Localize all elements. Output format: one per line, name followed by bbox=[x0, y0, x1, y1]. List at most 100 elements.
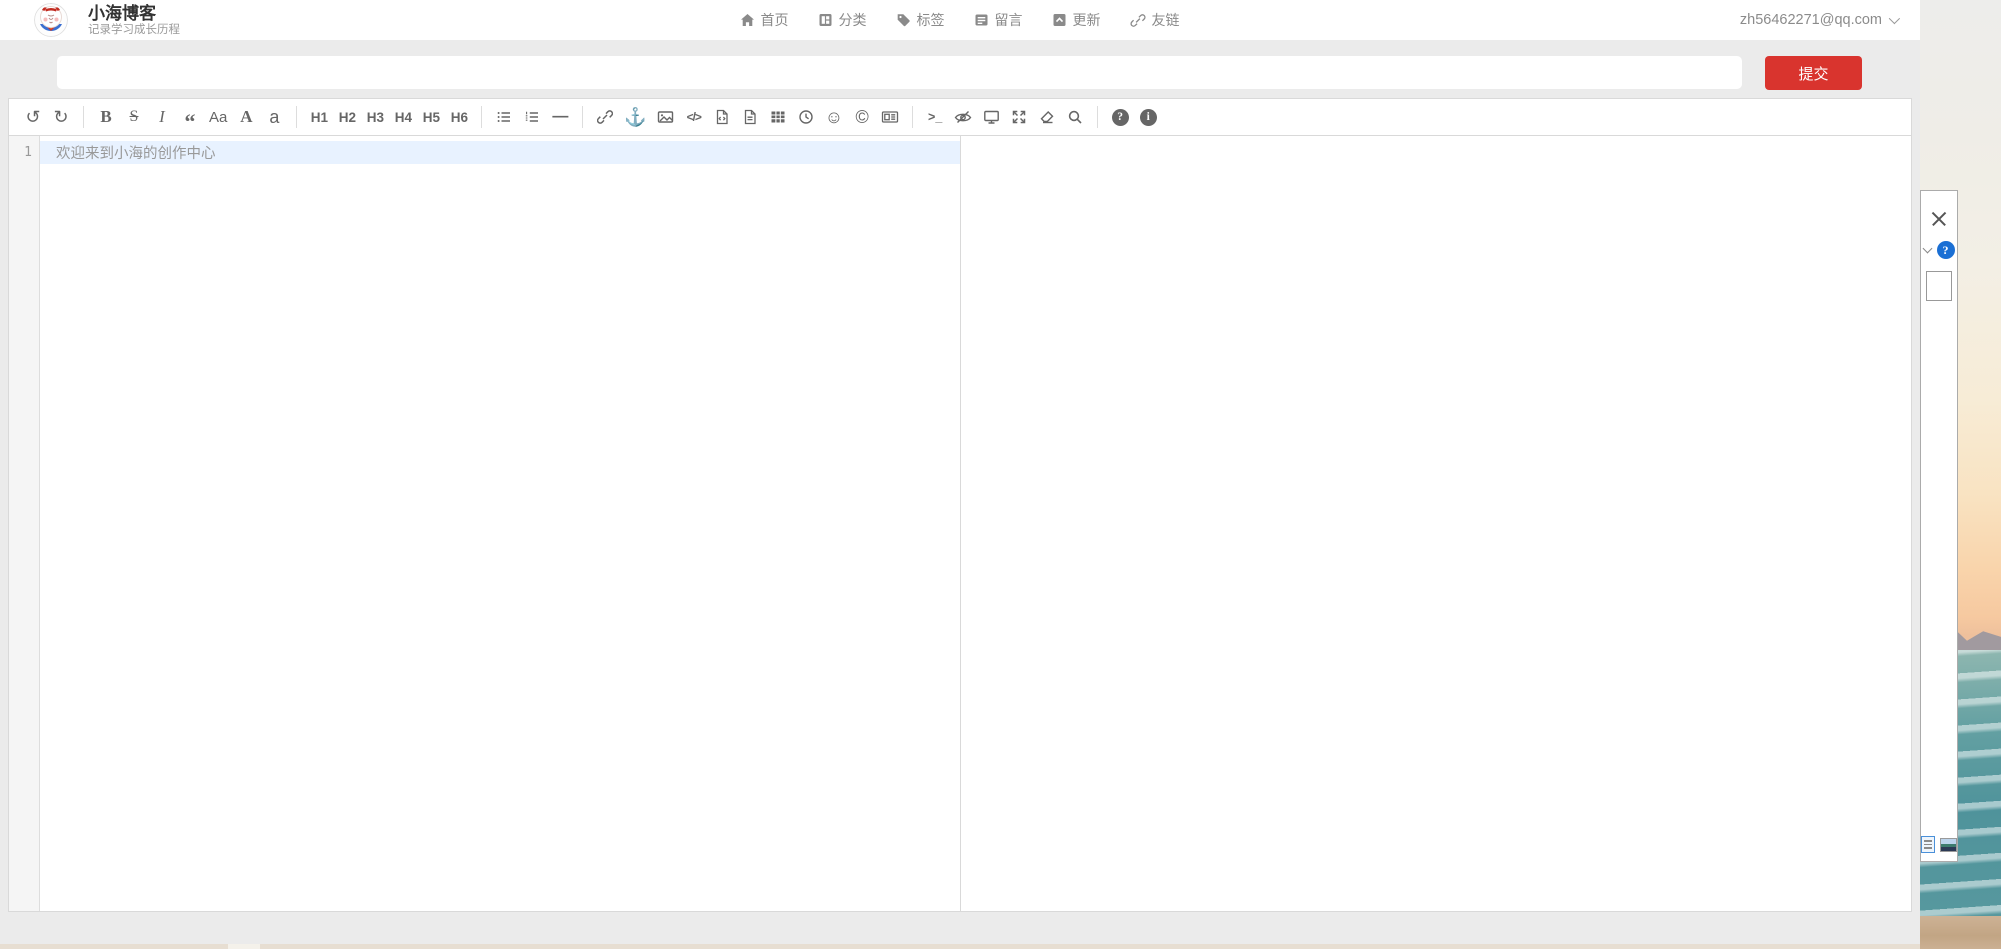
fullscreen-button[interactable] bbox=[1007, 103, 1031, 131]
brand[interactable]: 小海博客 记录学习成长历程 bbox=[34, 3, 180, 37]
link-icon bbox=[597, 109, 613, 125]
nav-label: 留言 bbox=[995, 10, 1023, 30]
nav-item-updates[interactable]: 更新 bbox=[1053, 10, 1101, 30]
submit-button[interactable]: 提交 bbox=[1765, 56, 1862, 90]
horizontal-rule-button[interactable]: — bbox=[548, 103, 572, 131]
h2-button[interactable]: H2 bbox=[335, 103, 359, 131]
italic-button[interactable]: I bbox=[150, 103, 174, 131]
eye-slash-icon bbox=[954, 109, 972, 125]
redo-button[interactable]: ↻ bbox=[49, 103, 73, 131]
uppercase-button[interactable]: A bbox=[234, 103, 258, 131]
undo-button[interactable]: ↺ bbox=[21, 103, 45, 131]
h5-icon: H5 bbox=[423, 110, 440, 125]
header: 小海博客 记录学习成长历程 首页 分类 标签 bbox=[0, 0, 1920, 40]
datetime-button[interactable] bbox=[794, 103, 818, 131]
lowercase-icon: a bbox=[269, 107, 279, 128]
h3-button[interactable]: H3 bbox=[363, 103, 387, 131]
image-thumbnail-icon[interactable] bbox=[1940, 838, 1957, 852]
code-block-icon bbox=[714, 109, 730, 125]
brand-text: 小海博客 记录学习成长历程 bbox=[88, 4, 180, 37]
info-button[interactable]: i bbox=[1136, 103, 1160, 131]
unordered-list-button[interactable] bbox=[492, 103, 516, 131]
h4-button[interactable]: H4 bbox=[391, 103, 415, 131]
html-entities-icon: © bbox=[856, 107, 869, 128]
help-icon: ? bbox=[1112, 109, 1129, 126]
category-icon bbox=[819, 13, 833, 27]
toolbar-separator bbox=[83, 106, 84, 128]
message-icon bbox=[975, 13, 989, 27]
preformatted-text-button[interactable] bbox=[738, 103, 762, 131]
chevron-down-icon[interactable] bbox=[1922, 244, 1932, 254]
list-ul-icon bbox=[496, 109, 512, 125]
help-circle-icon[interactable]: ? bbox=[1937, 241, 1955, 259]
nav-item-friend-links[interactable]: 友链 bbox=[1131, 10, 1180, 30]
clear-button[interactable] bbox=[1035, 103, 1059, 131]
chevron-down-icon bbox=[1889, 13, 1900, 24]
toolbar-separator bbox=[1097, 106, 1098, 128]
goto-line-icon: >_ bbox=[928, 110, 942, 124]
ordered-list-button[interactable] bbox=[520, 103, 544, 131]
codemirror-pane[interactable]: 1 欢迎来到小海的创作中心 bbox=[9, 136, 961, 911]
anchor-button[interactable]: ⚓ bbox=[621, 103, 649, 131]
site-logo-avatar bbox=[34, 3, 68, 37]
html-entities-button[interactable]: © bbox=[850, 103, 874, 131]
candidate-list-icon[interactable] bbox=[1921, 836, 1935, 853]
code-icon: </> bbox=[687, 110, 701, 124]
nav-item-messages[interactable]: 留言 bbox=[975, 10, 1023, 30]
editor-toolbar: ↺ ↻ B S I “ Aa A a H1 H2 H3 H4 H5 H6 bbox=[9, 99, 1911, 136]
nav-item-home[interactable]: 首页 bbox=[741, 10, 789, 30]
lowercase-button[interactable]: a bbox=[262, 103, 286, 131]
table-icon bbox=[770, 109, 786, 125]
inline-code-button[interactable]: </> bbox=[682, 103, 706, 131]
uppercase-icon: A bbox=[240, 107, 252, 127]
quote-button[interactable]: “ bbox=[178, 103, 202, 131]
h1-button[interactable]: H1 bbox=[307, 103, 331, 131]
quote-icon: “ bbox=[185, 117, 196, 127]
preview-button[interactable] bbox=[979, 103, 1003, 131]
ucwords-button[interactable]: Aa bbox=[206, 103, 230, 131]
strikethrough-button[interactable]: S bbox=[122, 103, 146, 131]
nav-item-tags[interactable]: 标签 bbox=[897, 10, 945, 30]
article-title-input[interactable] bbox=[57, 56, 1742, 89]
code-block-button[interactable] bbox=[710, 103, 734, 131]
bold-icon: B bbox=[100, 107, 111, 127]
goto-line-button[interactable]: >_ bbox=[923, 103, 947, 131]
nav-label: 首页 bbox=[761, 10, 789, 30]
help-button[interactable]: ? bbox=[1108, 103, 1132, 131]
italic-icon: I bbox=[159, 107, 165, 127]
pagebreak-button[interactable] bbox=[878, 103, 902, 131]
table-button[interactable] bbox=[766, 103, 790, 131]
line-number: 1 bbox=[9, 141, 39, 164]
preformatted-icon bbox=[742, 109, 758, 125]
nav-label: 标签 bbox=[917, 10, 945, 30]
watch-toggle-button[interactable] bbox=[951, 103, 975, 131]
code-lines[interactable]: 欢迎来到小海的创作中心 bbox=[40, 136, 960, 911]
toolbar-separator bbox=[912, 106, 913, 128]
eraser-icon bbox=[1039, 109, 1055, 125]
search-button[interactable] bbox=[1063, 103, 1087, 131]
markdown-editor: ↺ ↻ B S I “ Aa A a H1 H2 H3 H4 H5 H6 bbox=[8, 98, 1912, 912]
emoji-icon: ☺ bbox=[825, 107, 843, 128]
close-icon[interactable] bbox=[1931, 211, 1947, 227]
list-ol-icon bbox=[524, 109, 540, 125]
link-button[interactable] bbox=[593, 103, 617, 131]
image-button[interactable] bbox=[654, 103, 678, 131]
account-menu[interactable]: zh56462271@qq.com bbox=[1740, 0, 1897, 40]
emoji-button[interactable]: ☺ bbox=[822, 103, 846, 131]
background-bottom-notch bbox=[228, 944, 260, 949]
info-icon: i bbox=[1140, 109, 1157, 126]
ucwords-icon: Aa bbox=[209, 109, 227, 126]
undo-icon: ↺ bbox=[25, 107, 40, 128]
main-area: 提交 ↺ ↻ B S I “ Aa A a H1 H2 bbox=[0, 40, 1920, 944]
tag-icon bbox=[897, 13, 911, 27]
strikethrough-icon: S bbox=[130, 108, 139, 126]
user-email: zh56462271@qq.com bbox=[1740, 12, 1882, 28]
active-line[interactable]: 欢迎来到小海的创作中心 bbox=[40, 141, 960, 164]
nav-item-category[interactable]: 分类 bbox=[819, 10, 867, 30]
preview-pane bbox=[961, 136, 1911, 911]
bold-button[interactable]: B bbox=[94, 103, 118, 131]
h5-button[interactable]: H5 bbox=[419, 103, 443, 131]
hr-icon: — bbox=[552, 108, 568, 126]
side-panel-input[interactable] bbox=[1926, 271, 1952, 301]
h6-button[interactable]: H6 bbox=[447, 103, 471, 131]
